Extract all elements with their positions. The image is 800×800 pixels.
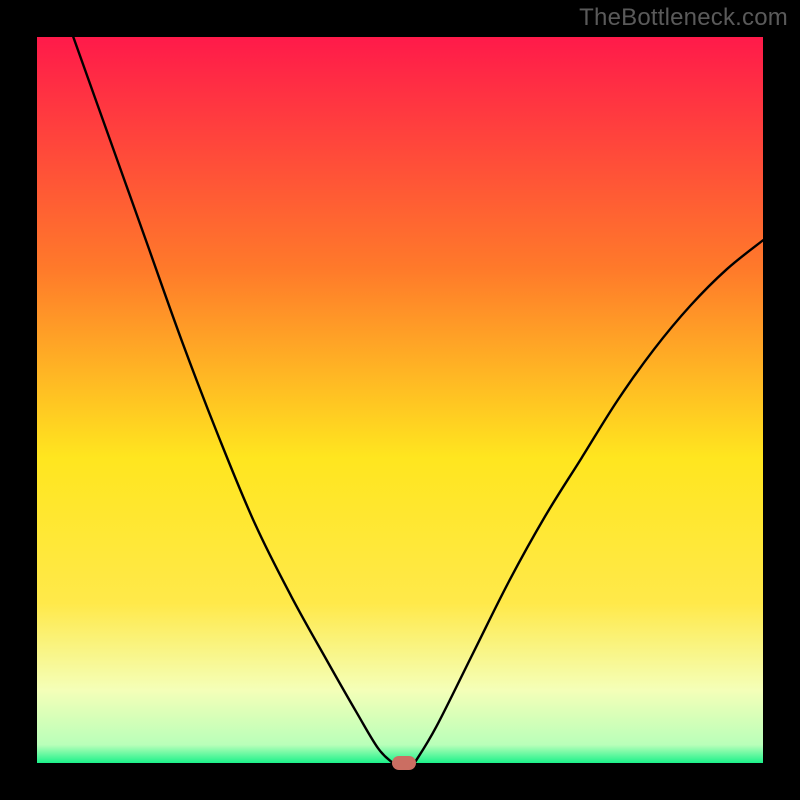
chart-container: TheBottleneck.com — [0, 0, 800, 800]
optimal-marker — [392, 756, 416, 770]
plot-area — [37, 37, 763, 763]
chart-svg — [37, 37, 763, 763]
gradient-background — [37, 37, 763, 763]
watermark-text: TheBottleneck.com — [579, 4, 788, 32]
